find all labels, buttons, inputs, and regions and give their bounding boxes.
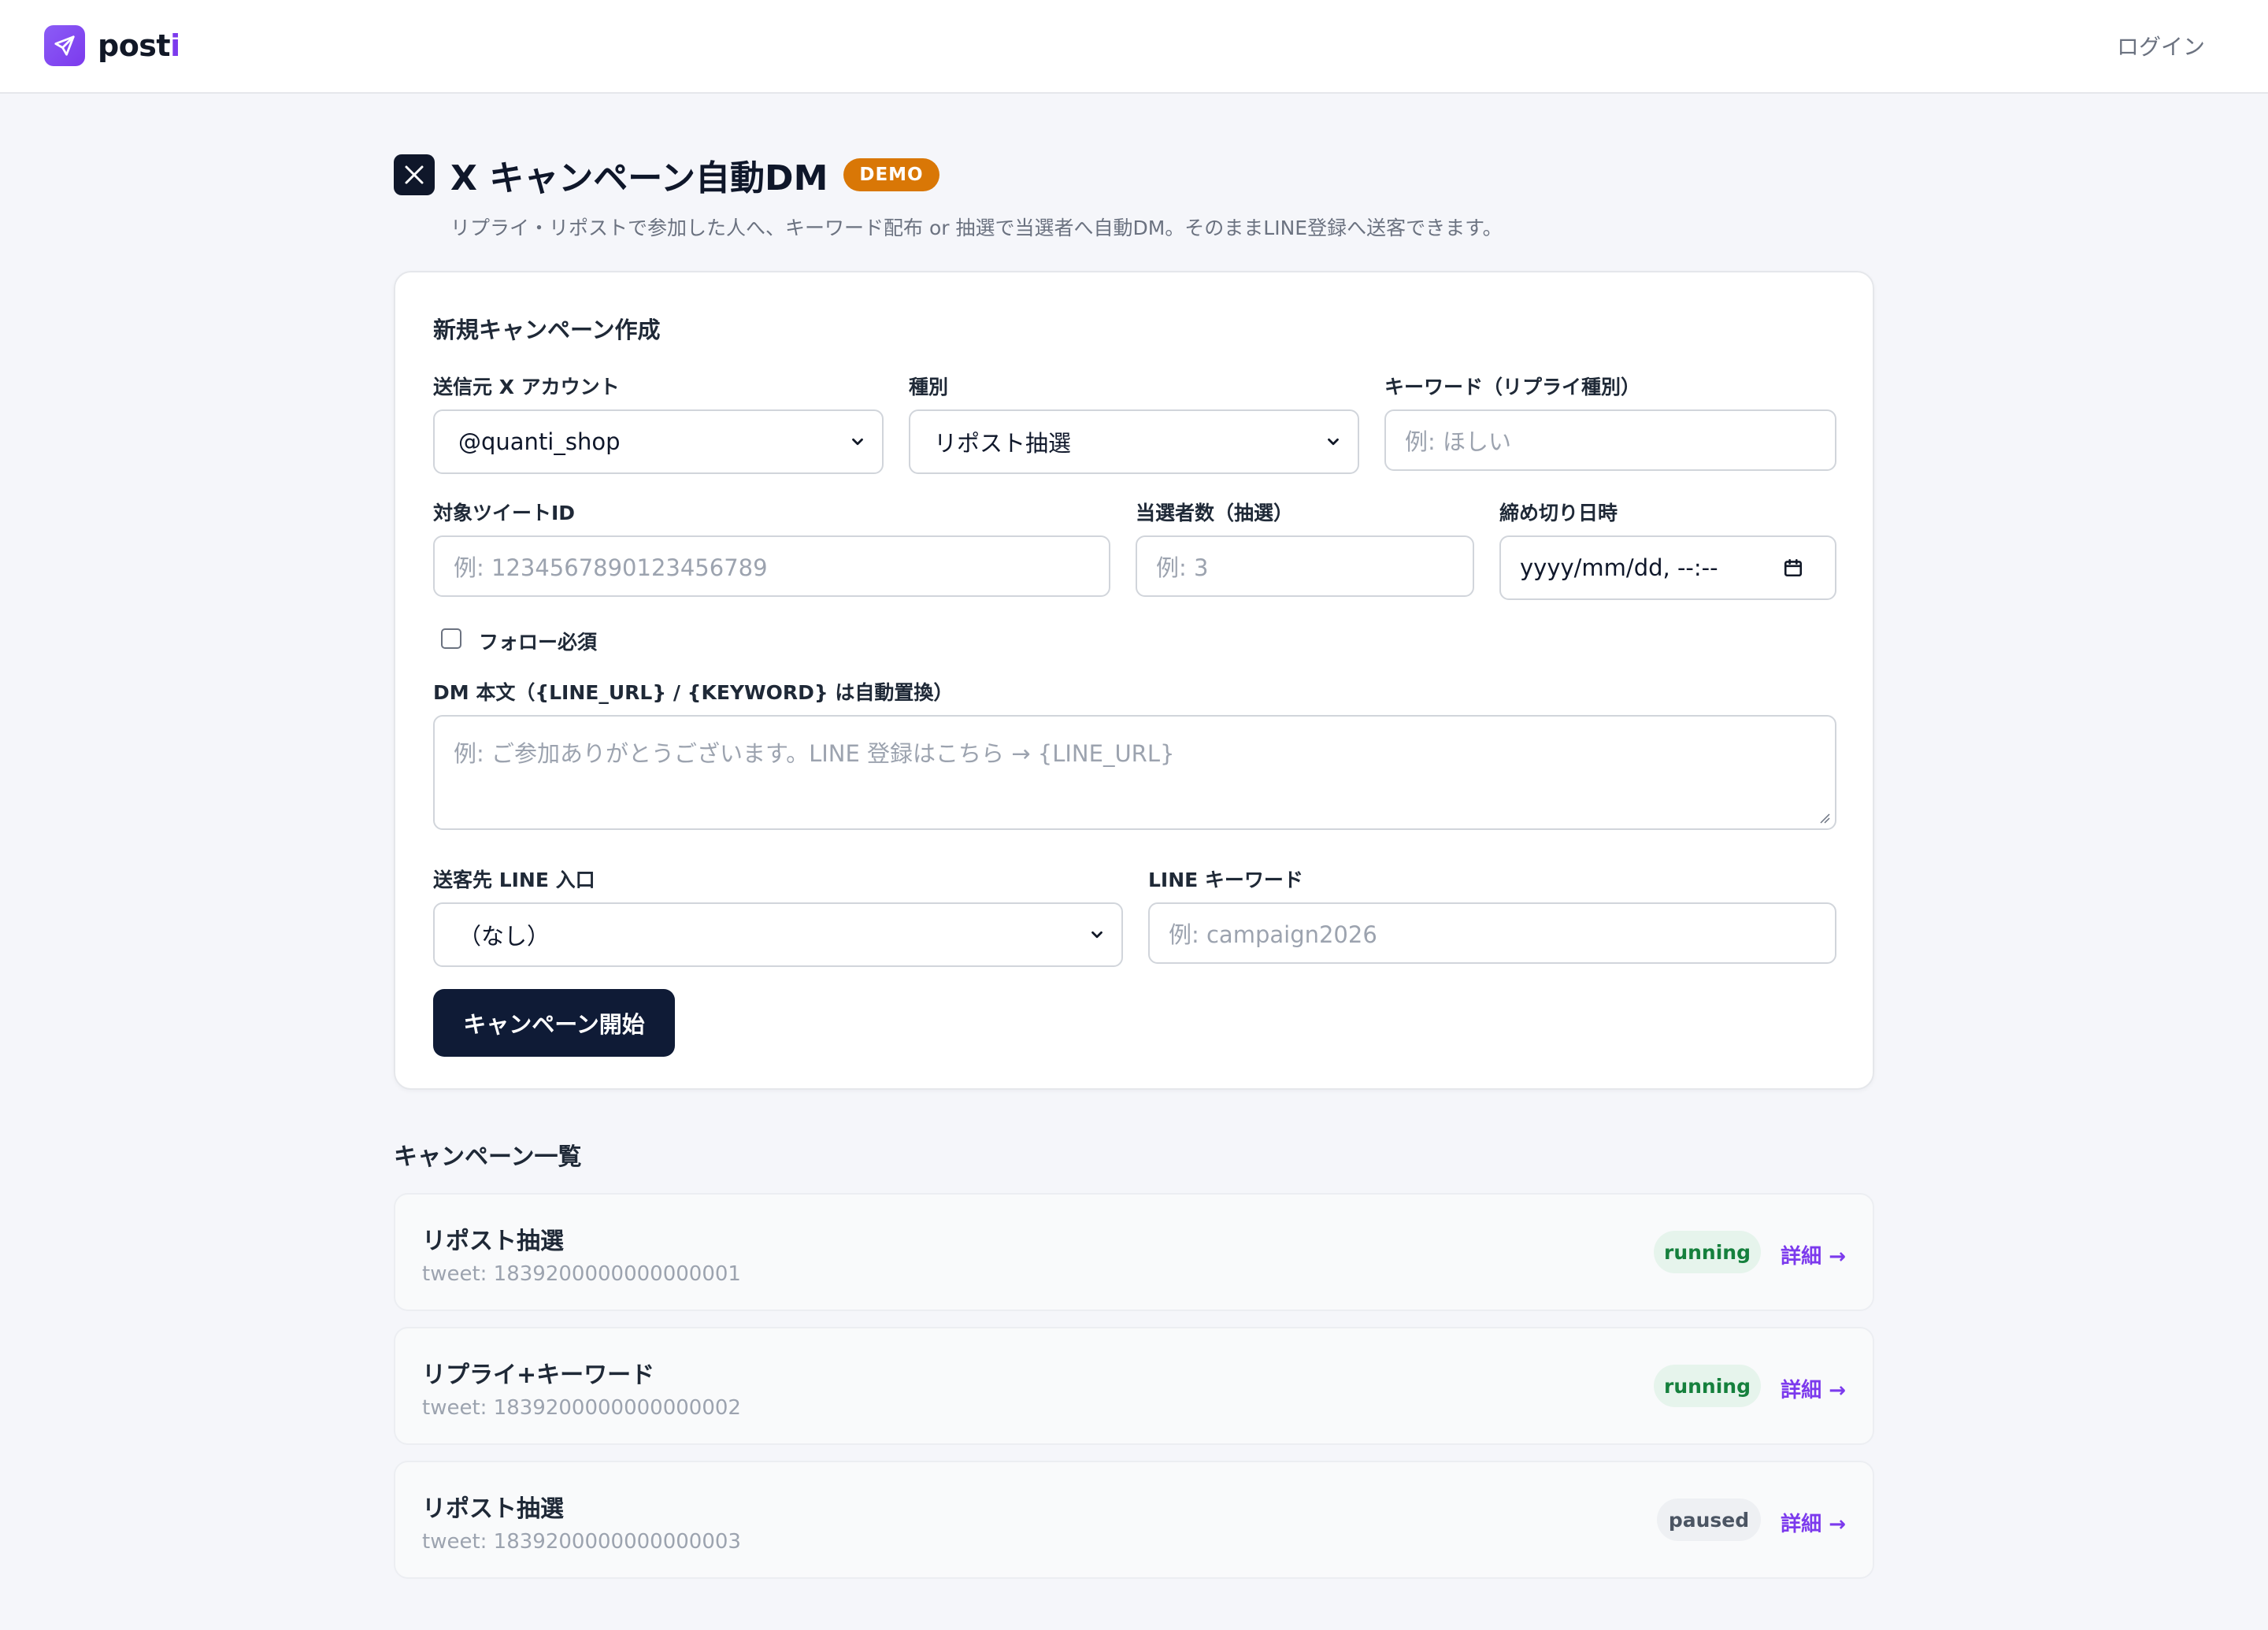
- keyword-label: キーワード（リプライ種別）: [1384, 376, 1641, 398]
- page-title: X キャンペーン自動DM: [450, 158, 828, 198]
- status-badge: running: [1654, 1365, 1761, 1407]
- follow-required-checkbox[interactable]: [441, 628, 461, 649]
- start-campaign-button[interactable]: キャンペーン開始: [433, 989, 675, 1057]
- paper-plane-icon: [44, 25, 85, 66]
- keyword-input[interactable]: 例: ほしい: [1384, 409, 1836, 471]
- brand-name: posti: [98, 28, 180, 63]
- campaign-tweet-id: tweet: 1839200000000000003: [422, 1530, 741, 1554]
- campaign-list-item: リポスト抽選 tweet: 1839200000000000003 paused…: [394, 1461, 1874, 1579]
- deadline-label: 締め切り日時: [1499, 502, 1618, 524]
- campaign-name: リポスト抽選: [422, 1228, 564, 1255]
- chevron-down-icon: [1091, 931, 1102, 939]
- resize-handle-icon[interactable]: [1818, 811, 1830, 824]
- brand-logo[interactable]: posti: [44, 25, 180, 66]
- campaign-list-item: リポスト抽選 tweet: 1839200000000000001 runnin…: [394, 1193, 1874, 1311]
- line-entry-label: 送客先 LINE 入口: [433, 869, 595, 891]
- login-link[interactable]: ログイン: [2117, 30, 2205, 61]
- dm-body-textarea[interactable]: 例: ご参加ありがとうございます。LINE 登録はこちら → {LINE_URL…: [433, 715, 1836, 830]
- top-navbar: posti ログイン: [0, 0, 2268, 94]
- page-header: X キャンペーン自動DM DEMO: [394, 150, 939, 200]
- type-label: 種別: [909, 376, 949, 398]
- status-badge: paused: [1657, 1498, 1761, 1541]
- account-select[interactable]: @quanti_shop: [433, 409, 884, 474]
- winners-label: 当選者数（抽選）: [1136, 502, 1294, 524]
- line-keyword-label: LINE キーワード: [1148, 869, 1303, 891]
- calendar-icon[interactable]: [1783, 558, 1803, 578]
- campaign-name: リポスト抽選: [422, 1495, 564, 1523]
- create-campaign-card: 新規キャンペーン作成 送信元 X アカウント @quanti_shop 種別 リ…: [394, 271, 1874, 1090]
- campaign-name: リプライ+キーワード: [422, 1361, 655, 1389]
- deadline-input[interactable]: yyyy/mm/dd, --:--: [1499, 535, 1836, 600]
- campaign-tweet-id: tweet: 1839200000000000001: [422, 1262, 741, 1286]
- card-title: 新規キャンペーン作成: [433, 317, 661, 343]
- account-label: 送信元 X アカウント: [433, 376, 620, 398]
- winners-input[interactable]: 例: 3: [1136, 535, 1474, 597]
- tweet-id-label: 対象ツイートID: [433, 502, 576, 524]
- line-keyword-input[interactable]: 例: campaign2026: [1148, 902, 1836, 964]
- chevron-down-icon: [1328, 438, 1339, 446]
- detail-link[interactable]: 詳細 →: [1781, 1374, 1846, 1403]
- chevron-down-icon: [852, 438, 863, 446]
- x-logo-icon: [394, 154, 435, 195]
- page-subtitle: リプライ・リポストで参加した人へ、キーワード配布 or 抽選で当選者へ自動DM。…: [450, 217, 1503, 239]
- line-entry-select[interactable]: （なし）: [433, 902, 1123, 967]
- campaign-tweet-id: tweet: 1839200000000000002: [422, 1396, 741, 1420]
- demo-badge: DEMO: [843, 158, 939, 191]
- detail-link[interactable]: 詳細 →: [1781, 1240, 1846, 1269]
- status-badge: running: [1654, 1231, 1761, 1273]
- campaign-list-item: リプライ+キーワード tweet: 1839200000000000002 ru…: [394, 1327, 1874, 1445]
- type-select[interactable]: リポスト抽選: [909, 409, 1359, 474]
- detail-link[interactable]: 詳細 →: [1781, 1508, 1846, 1537]
- dm-body-label: DM 本文（{LINE_URL} / {KEYWORD} は自動置換）: [433, 681, 954, 704]
- campaign-list-title: キャンペーン一覧: [394, 1143, 582, 1171]
- tweet-id-input[interactable]: 例: 1234567890123456789: [433, 535, 1110, 597]
- follow-required-label: フォロー必須: [479, 631, 598, 654]
